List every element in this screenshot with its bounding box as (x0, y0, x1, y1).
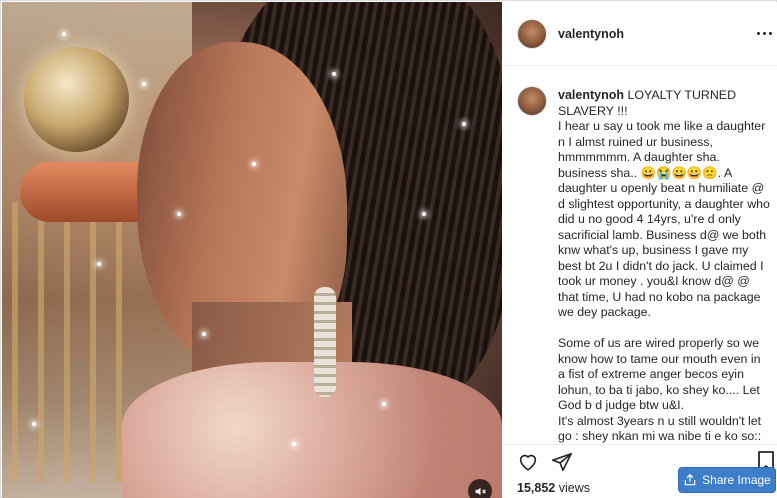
heart-icon[interactable] (517, 451, 539, 473)
caption-paragraph: Some of us are wired properly so we know… (558, 336, 761, 412)
views-count: 15,852 views (517, 481, 590, 495)
sparkle (462, 122, 466, 126)
volume-mute-icon (475, 487, 486, 495)
share-image-button[interactable]: Share Image (678, 467, 776, 493)
sparkle (332, 72, 336, 76)
sparkle (32, 422, 36, 426)
sparkle (292, 442, 296, 446)
sparkle (382, 402, 386, 406)
sparkle (177, 212, 181, 216)
views-label: views (558, 481, 590, 495)
header-username[interactable]: valentynoh (558, 27, 624, 41)
background-chair (12, 202, 132, 482)
mute-button[interactable] (468, 479, 492, 498)
sparkle (202, 332, 206, 336)
caption-text: valentynoh LOYALTY TURNED SLAVERY !!! I … (558, 88, 770, 444)
post-video[interactable] (2, 2, 502, 498)
sparkle (97, 262, 101, 266)
share-icon (684, 473, 696, 486)
caption-avatar[interactable] (517, 86, 547, 116)
avatar[interactable] (517, 19, 547, 49)
caption-paragraph: It's almost 3years n u still wouldn't le… (558, 413, 762, 444)
caption-area: valentynoh LOYALTY TURNED SLAVERY !!! I … (503, 66, 777, 444)
woman-earring (314, 287, 336, 397)
background-orb (24, 47, 129, 152)
sparkle (422, 212, 426, 216)
woman-dress (122, 362, 502, 498)
sparkle (252, 162, 256, 166)
post-header: valentynoh (503, 2, 777, 66)
instagram-post-window: valentynoh valentynoh LOYALTY TURNED SLA… (0, 0, 777, 498)
post-sidebar: valentynoh valentynoh LOYALTY TURNED SLA… (503, 2, 777, 498)
more-options-icon[interactable] (755, 26, 773, 40)
share-image-label: Share Image (702, 473, 771, 487)
views-number: 15,852 (517, 481, 556, 495)
send-icon[interactable] (551, 451, 573, 473)
caption-username[interactable]: valentynoh (558, 88, 624, 102)
caption-paragraph: I hear u say u took me like a daughter n… (558, 119, 770, 319)
sparkle (62, 32, 66, 36)
sparkle (142, 82, 146, 86)
